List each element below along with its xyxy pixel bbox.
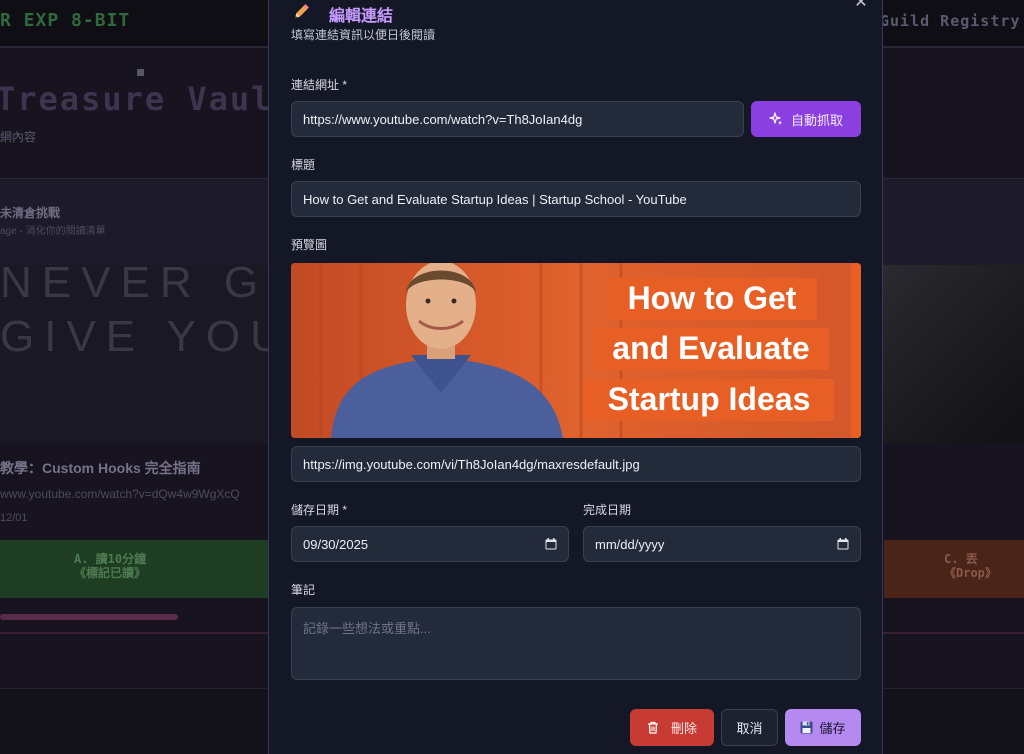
background-card-title: 教學：Custom Hooks 完全指南 [0,460,201,476]
notes-textarea[interactable]: 記錄一些想法或重點... [291,607,861,680]
saved-date-value: 09/30/2025 [303,536,369,552]
completed-date-value: mm/dd/yyyy [595,536,665,552]
trash-icon [647,721,658,734]
close-icon[interactable]: ✕ [852,0,870,12]
background-read-line2: 《標記已讀》 [74,566,147,580]
saved-date-input[interactable]: 09/30/2025 [291,526,569,562]
save-button-label: 儲存 [819,721,846,736]
url-label: 連結網址 * [291,78,348,92]
pencil-icon [295,4,309,18]
floppy-disk-icon [800,721,813,734]
image-url-input[interactable]: https://img.youtube.com/vi/Th8JoIan4dg/m… [291,446,861,482]
saved-date-label: 儲存日期 * [291,503,348,517]
title-input[interactable]: How to Get and Evaluate Startup Ideas | … [291,181,861,217]
background-page-title: Treasure Vault [0,80,294,118]
background-read-line1: A. 讀10分鐘 [74,552,147,566]
background-drop-line1: C. 丟 [944,552,978,566]
save-button[interactable]: 儲存 [785,709,861,746]
thumb-text-line-1: How to Get [627,280,797,316]
auto-fetch-button[interactable]: 自動抓取 [751,101,861,137]
background-top-left-text: R EXP 8-BIT [0,10,131,31]
calendar-icon[interactable] [837,538,849,550]
url-input[interactable]: https://www.youtube.com/watch?v=Th8JoIan… [291,101,744,137]
background-drop-line2: 《Drop》 [944,566,997,580]
cancel-button[interactable]: 取消 [721,709,778,746]
background-progress-bar [0,614,178,620]
background-hero-line2: GIVE YOU [0,312,292,361]
background-read-button-label: A. 讀10分鐘 《標記已讀》 [74,552,146,580]
completed-date-label: 完成日期 [583,503,632,517]
calendar-icon[interactable] [545,538,557,550]
background-card-url: www.youtube.com/watch?v=dQw4w9WgXcQ [0,487,240,501]
background-page-subtitle: 網內容 [0,130,37,144]
background-card-date: 12/01 [0,512,28,524]
background-hero-photo [880,265,1024,443]
auto-fetch-label: 自動抓取 [790,112,843,128]
background-panel-title: 未清倉挑戰 [0,206,61,220]
background-panel-subtitle: age - 消化你的閱讀清單 [0,226,106,237]
sparkles-icon [769,112,782,125]
background-top-right-text: Guild Registry [880,12,1021,30]
preview-label: 預覽圖 [291,238,328,252]
thumb-text-line-2: and Evaluate [612,330,810,366]
dialog-title: 編輯連結 [329,8,394,25]
preview-image: How to Get and Evaluate Startup Ideas [291,263,861,438]
background-hero-line1: NEVER GO [0,258,313,307]
completed-date-input[interactable]: mm/dd/yyyy [583,526,861,562]
title-label: 標題 [291,158,316,172]
thumb-text-line-3: Startup Ideas [607,381,811,417]
dialog-description: 填寫連結資訊以便日後閱讀 [291,28,436,42]
background-drop-button-label: C. 丟 《Drop》 [944,552,997,580]
notes-label: 筆記 [291,583,316,597]
background-dot [137,69,144,76]
delete-button-label: 刪除 [670,721,697,736]
delete-button[interactable]: 刪除 [630,709,714,746]
